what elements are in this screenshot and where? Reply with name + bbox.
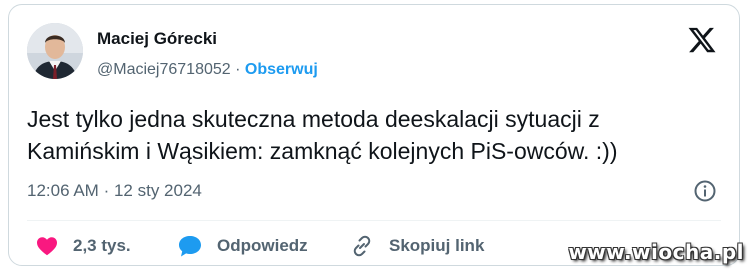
info-icon[interactable] bbox=[693, 179, 717, 203]
tweet-timestamp[interactable]: 12:06 AM · 12 sty 2024 bbox=[27, 181, 202, 201]
divider bbox=[27, 220, 721, 221]
separator-dot: · bbox=[235, 61, 241, 78]
watermark: www.wiocha.pl bbox=[568, 240, 744, 264]
tweet-date: 12 sty 2024 bbox=[113, 181, 202, 200]
tweet-time: 12:06 AM bbox=[27, 181, 99, 200]
speech-bubble-icon bbox=[179, 236, 201, 257]
tweet-text: Jest tylko jedna skuteczna metoda deeska… bbox=[27, 103, 727, 167]
reply-label: Odpowiedz bbox=[217, 236, 308, 255]
heart-icon bbox=[37, 237, 57, 256]
copy-link-button[interactable]: Skopiuj link bbox=[349, 231, 484, 261]
link-icon bbox=[353, 235, 371, 257]
tweet-text-line-2: Kamińskim i Wąsikiem: zamknąć kolejnych … bbox=[27, 138, 618, 164]
author-handle[interactable]: @Maciej76718052 bbox=[97, 61, 231, 78]
tweet-card: Maciej Górecki @Maciej76718052 · Obserwu… bbox=[8, 4, 740, 266]
like-button[interactable]: 2,3 tys. bbox=[35, 231, 131, 261]
x-logo-icon[interactable] bbox=[687, 25, 717, 55]
avatar-image bbox=[27, 23, 83, 79]
timestamp-separator: · bbox=[103, 181, 110, 200]
author-name[interactable]: Maciej Górecki bbox=[97, 29, 217, 49]
avatar[interactable] bbox=[27, 23, 83, 79]
tweet-text-line-1: Jest tylko jedna skuteczna metoda deeska… bbox=[27, 106, 600, 132]
reply-button[interactable]: Odpowiedz bbox=[177, 231, 308, 261]
copy-link-label: Skopiuj link bbox=[389, 236, 485, 255]
like-count: 2,3 tys. bbox=[73, 236, 131, 255]
follow-button[interactable]: Obserwuj bbox=[245, 61, 318, 78]
author-handle-line: @Maciej76718052 · Obserwuj bbox=[97, 61, 318, 79]
